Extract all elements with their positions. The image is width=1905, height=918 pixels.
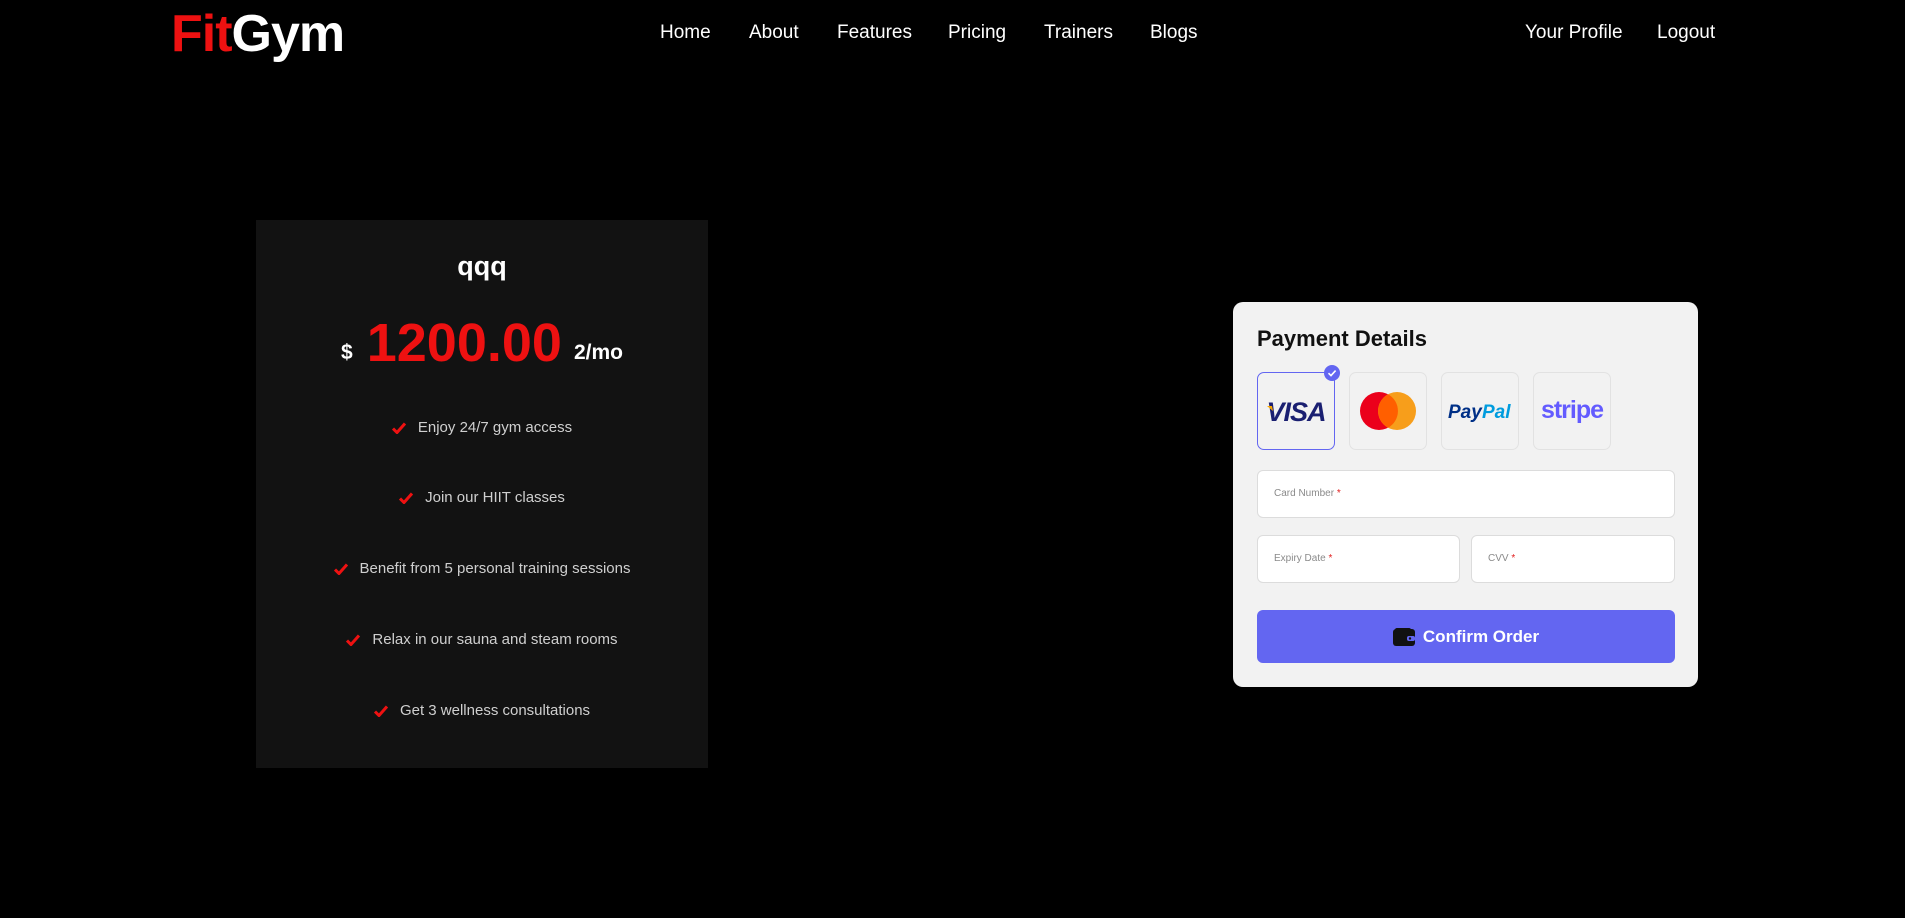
- checkmark-icon: [333, 563, 348, 576]
- nav-blogs-link[interactable]: Blogs: [1150, 20, 1198, 46]
- payment-method-paypal[interactable]: Pay Pal: [1441, 372, 1519, 450]
- card-number-label: Card Number *: [1274, 488, 1341, 499]
- card-number-field[interactable]: Card Number *: [1257, 470, 1678, 519]
- nav-profile-link[interactable]: Your Profile: [1525, 20, 1623, 46]
- visa-logo-text: VISA: [1266, 397, 1325, 425]
- main-nav: Home About Features Pricing Trainers Blo…: [0, 20, 1905, 46]
- svg-text:Pal: Pal: [1482, 402, 1511, 423]
- payment-method-visa[interactable]: VISA: [1257, 365, 1340, 450]
- plan-name: qqq: [457, 251, 507, 281]
- payment-method-mastercard[interactable]: [1349, 372, 1427, 450]
- price-amount: 1200.00: [366, 313, 562, 373]
- selected-check-icon: [1324, 365, 1340, 381]
- checkmark-icon: [346, 634, 361, 647]
- feature-text: Enjoy 24/7 gym access: [417, 419, 573, 437]
- wallet-icon: [1392, 627, 1415, 646]
- plan-card: qqq $1200.00 2/mo Enjoy 24/7 gym access J…: [256, 220, 708, 768]
- stripe-logo-text: stripe: [1541, 396, 1604, 424]
- confirm-order-label: Confirm Order: [1422, 626, 1540, 646]
- svg-text:Pay: Pay: [1448, 402, 1483, 423]
- mastercard-logo-icon: [1360, 392, 1416, 430]
- payment-method-stripe[interactable]: stripe: [1533, 372, 1611, 450]
- checkmark-icon: [399, 492, 414, 505]
- payment-details-card: Payment Details VISA Pay Pal stripe Card…: [1233, 302, 1698, 687]
- feature-text: Join our HIIT classes: [425, 489, 565, 507]
- expiry-date-label: Expiry Date *: [1274, 553, 1333, 564]
- plan-price: $1200.00 2/mo: [256, 312, 708, 374]
- nav-about-link[interactable]: About: [749, 20, 799, 46]
- stripe-logo-icon: stripe: [1541, 396, 1605, 424]
- expiry-date-field[interactable]: Expiry Date *: [1257, 535, 1463, 584]
- price-currency: $: [341, 341, 353, 364]
- nav-trainers-link[interactable]: Trainers: [1044, 20, 1113, 46]
- paypal-logo-icon: Pay Pal: [1448, 402, 1511, 423]
- price-period: 2/mo: [573, 341, 623, 364]
- feature-text: Benefit from 5 personal training session…: [359, 560, 631, 578]
- feature-item: Relax in our sauna and steam rooms: [256, 630, 708, 650]
- checkmark-icon: [391, 422, 406, 435]
- feature-item: Enjoy 24/7 gym access: [256, 418, 708, 438]
- cvv-label: CVV *: [1488, 553, 1516, 564]
- visa-logo-icon: VISA: [1266, 397, 1326, 425]
- checkmark-icon: [373, 705, 388, 718]
- feature-item: Join our HIIT classes: [256, 488, 708, 508]
- nav-logout-link[interactable]: Logout: [1657, 20, 1715, 46]
- feature-item: Benefit from 5 personal training session…: [256, 559, 708, 579]
- feature-text: Relax in our sauna and steam rooms: [372, 631, 618, 649]
- payment-title: Payment Details: [1257, 326, 1427, 351]
- feature-text: Get 3 wellness consultations: [399, 702, 591, 720]
- nav-pricing-link[interactable]: Pricing: [948, 20, 1006, 46]
- nav-home-link[interactable]: Home: [660, 20, 711, 46]
- cvv-field[interactable]: CVV *: [1471, 535, 1678, 584]
- confirm-order-button[interactable]: Confirm Order: [1257, 610, 1675, 663]
- feature-item: Get 3 wellness consultations: [256, 701, 708, 721]
- nav-features-link[interactable]: Features: [837, 20, 912, 46]
